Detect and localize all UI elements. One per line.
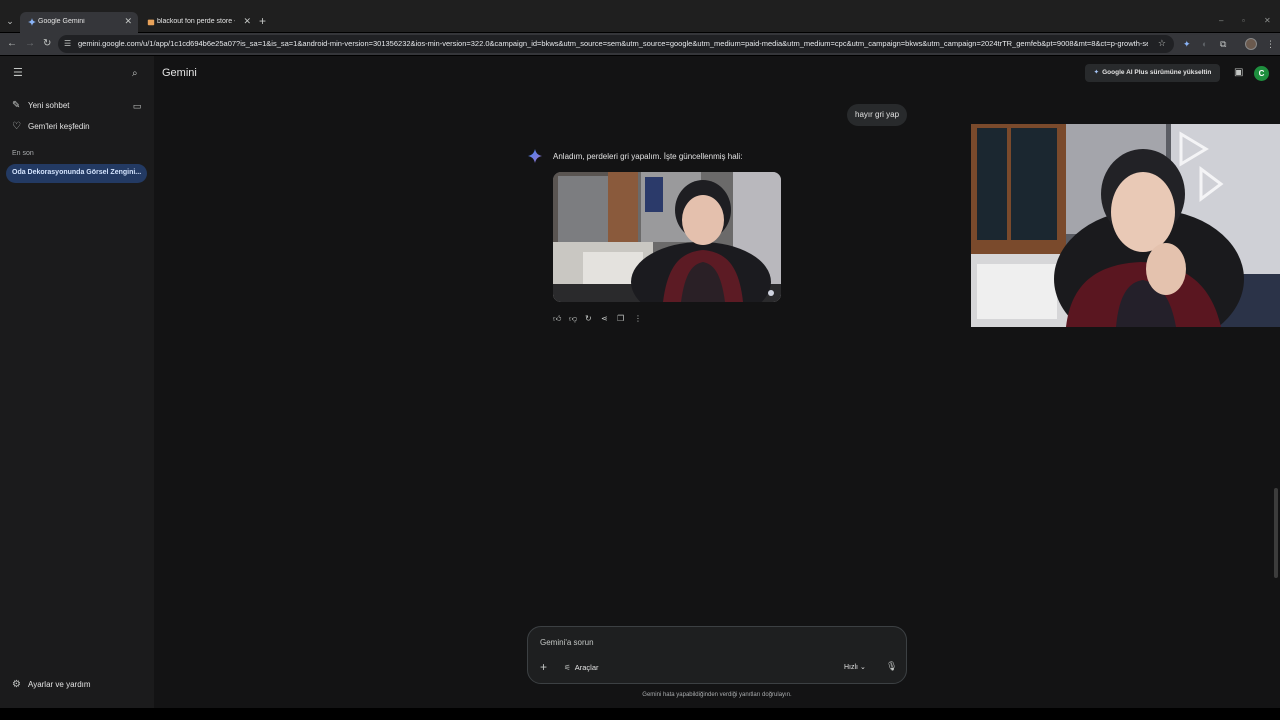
new-tab-icon[interactable]: + — [259, 15, 266, 27]
search-icon[interactable]: ⌕ — [132, 68, 138, 80]
extensions-puzzle-icon[interactable]: ⧉ — [1220, 38, 1226, 50]
sparkle-icon: ✦ — [1093, 69, 1100, 76]
browser-menu-icon[interactable]: ⋮ — [1266, 38, 1275, 50]
generated-image[interactable] — [553, 172, 781, 302]
settings-label: Ayarlar ve yardım — [28, 680, 91, 689]
reload-icon[interactable]: ↻ — [43, 37, 51, 51]
disclaimer-text: Gemini hata yapabildiğinden verdiği yanı… — [642, 692, 792, 698]
upgrade-button[interactable]: ✦ Google AI Plus sürümüne yükseltin — [1085, 64, 1220, 82]
window-close-icon[interactable]: ✕ — [1264, 16, 1271, 25]
browser-profile-avatar[interactable] — [1245, 38, 1257, 50]
scrollbar[interactable] — [1274, 488, 1278, 578]
extension-icon[interactable]: ✦ — [1183, 38, 1191, 50]
address-bar[interactable]: ☰ gemini.google.com/u/1/app/1c1cd694b6e2… — [58, 35, 1174, 53]
settings-help-item[interactable]: ⚙ Ayarlar ve yardım — [12, 679, 91, 690]
new-chat-label: Yeni sohbet — [28, 101, 70, 110]
store-favicon-icon — [147, 19, 155, 26]
more-options-icon[interactable]: ⋮ — [634, 313, 642, 325]
site-info-icon[interactable]: ☰ — [64, 39, 71, 48]
model-selector[interactable]: Hızlı ⌄ — [844, 663, 866, 671]
extension-2-icon[interactable]: ◐ — [1202, 38, 1207, 50]
chevron-down-icon: ⌄ — [859, 664, 866, 671]
temporary-chat-icon[interactable]: ▭ — [127, 97, 147, 115]
app-title[interactable]: Gemini — [162, 67, 197, 79]
tab-blackout-store[interactable]: blackout fon perde store - Goo ✕ — [139, 12, 257, 33]
gemini-favicon-icon — [28, 18, 36, 26]
microphone-icon[interactable]: 🎙︎ — [886, 661, 897, 672]
menu-icon[interactable]: ☰ — [13, 67, 23, 79]
user-message: hayır gri yap — [847, 104, 908, 126]
settings-gear-icon: ⚙ — [12, 679, 21, 690]
tab-title: blackout fon perde store - Goo — [157, 18, 235, 25]
url-text: gemini.google.com/u/1/app/1c1cd694b6e25a… — [78, 39, 1148, 48]
tools-button[interactable]: ⚟ Araçlar — [564, 663, 599, 672]
recent-section-label: En son — [12, 150, 34, 157]
minimize-icon[interactable]: – — [1219, 16, 1223, 25]
edit-icon: ✎ — [12, 100, 21, 111]
browser-toolbar: ← → ↻ ☰ gemini.google.com/u/1/app/1c1cd6… — [0, 33, 1280, 55]
prompt-input-box[interactable]: Gemini'a sorun + ⚟ Araçlar Hızlı ⌄ 🎙︎ — [527, 626, 907, 684]
tab-search-icon[interactable]: ⌄ — [4, 15, 16, 27]
tab-title: Google Gemini — [38, 18, 85, 25]
tab-strip: ⌄ Google Gemini ✕ blackout fon perde sto… — [0, 0, 1280, 33]
tools-sliders-icon: ⚟ — [564, 663, 571, 672]
maximize-icon[interactable]: ▫ — [1242, 16, 1245, 25]
copy-icon[interactable]: ❐ — [617, 313, 624, 325]
tab-google-gemini[interactable]: Google Gemini ✕ — [20, 12, 138, 33]
model-label: Hızlı — [844, 664, 858, 671]
bookmark-star-icon[interactable]: ☆ — [1158, 38, 1166, 49]
share-icon[interactable]: ⋖ — [601, 313, 608, 325]
gemini-spark-icon — [528, 149, 542, 163]
explore-gems-label: Gem'leri keşfedin — [28, 122, 90, 131]
back-icon[interactable]: ← — [7, 37, 17, 51]
tools-label: Araçlar — [574, 663, 599, 672]
gift-icon[interactable]: ▣ — [1234, 67, 1243, 78]
close-icon[interactable]: ✕ — [243, 16, 251, 27]
regenerate-icon[interactable]: ↻ — [585, 313, 592, 325]
prompt-input[interactable]: Gemini'a sorun — [540, 638, 594, 647]
explore-gems-item[interactable]: ♡ Gem'leri keşfedin — [12, 121, 90, 132]
assistant-response-text: Anladım, perdeleri gri yapalım. İşte gün… — [553, 152, 743, 161]
close-icon[interactable]: ✕ — [124, 16, 132, 27]
thumbs-down-icon[interactable]: 👎︎ — [569, 313, 577, 325]
forward-icon[interactable]: → — [25, 37, 35, 51]
webcam-overlay — [971, 124, 1280, 327]
add-attachment-icon[interactable]: + — [540, 661, 547, 673]
avatar[interactable]: C — [1254, 66, 1269, 81]
gem-icon: ♡ — [12, 121, 21, 132]
thumbs-up-icon[interactable]: 👍︎ — [553, 313, 561, 325]
new-chat-item[interactable]: ✎ Yeni sohbet — [12, 100, 70, 111]
recent-chat-item[interactable]: Oda Dekorasyonunda Görsel Zengini... — [6, 164, 147, 183]
upgrade-label: Google AI Plus sürümüne yükseltin — [1102, 69, 1212, 76]
taskbar-strip — [0, 708, 1280, 720]
